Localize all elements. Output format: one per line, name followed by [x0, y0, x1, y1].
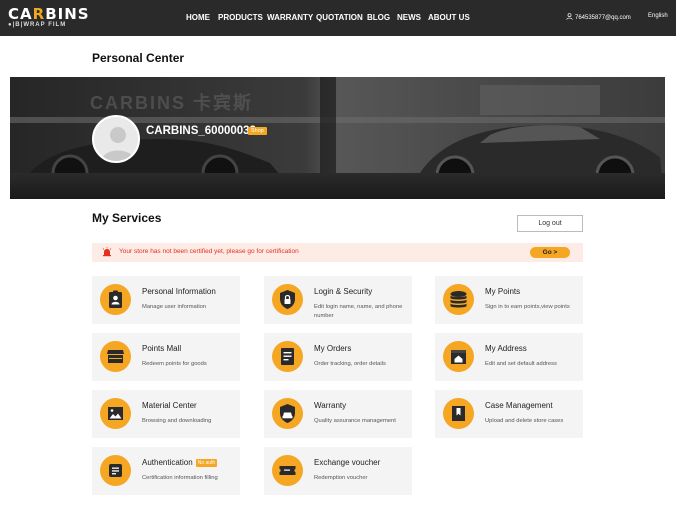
page-title: Personal Center — [92, 51, 185, 65]
card-exchange-voucher[interactable]: Exchange voucher Redemption voucher — [264, 447, 412, 495]
user-account-link[interactable]: 764535877@qq.com — [566, 13, 631, 21]
profile-banner: CARBINS 卡宾斯 CARBINS_60000032 Shop — [10, 77, 665, 199]
alert-text: Your store has not been certified yet, p… — [119, 248, 299, 255]
logout-button[interactable]: Log out — [517, 215, 583, 232]
nav-home[interactable]: HOME — [186, 13, 210, 22]
bookmark-icon — [443, 398, 474, 429]
language-selector[interactable]: English — [648, 13, 668, 19]
card-login-security[interactable]: Login & Security Edit login name, name, … — [264, 276, 412, 324]
card-desc: Order tracking, order details — [314, 361, 386, 367]
card-title: My Points — [485, 287, 521, 296]
top-navigation-bar: CARBINS ●|B|WRAP FILM HOME PRODUCTS WARR… — [0, 0, 676, 36]
nav-warranty[interactable]: WARRANTY — [267, 13, 313, 22]
card-desc: Edit and set default address — [485, 361, 557, 367]
go-certification-button[interactable]: Go > — [530, 247, 570, 258]
home-address-icon — [443, 341, 474, 372]
brand-logo-wordmark: CARBINS — [8, 5, 90, 23]
order-list-icon — [272, 341, 303, 372]
card-title: Exchange voucher — [314, 458, 381, 467]
user-icon — [566, 13, 573, 20]
card-my-address[interactable]: My Address Edit and set default address — [435, 333, 583, 381]
card-title: My Orders — [314, 344, 352, 353]
section-title-my-services: My Services — [92, 211, 162, 225]
card-title: Points Mall — [142, 344, 182, 353]
nav-blog[interactable]: BLOG — [367, 13, 390, 22]
id-card-icon — [100, 284, 131, 315]
card-material-center[interactable]: Material Center Browsing and downloading — [92, 390, 240, 438]
card-title: Authentication No auth — [142, 458, 218, 467]
brand-logo-tagline: ●|B|WRAP FILM — [8, 22, 67, 28]
username: CARBINS_60000032 — [146, 125, 256, 137]
card-title: Case Management — [485, 401, 553, 410]
certification-alert: Your store has not been certified yet, p… — [92, 243, 583, 262]
avatar[interactable] — [92, 115, 140, 163]
card-desc: Quality assurance management — [314, 418, 396, 424]
card-my-points[interactable]: My Points Sign in to earn points,view po… — [435, 276, 583, 324]
lock-shield-icon — [272, 284, 303, 315]
card-points-mall[interactable]: Points Mall Redeem points for goods — [92, 333, 240, 381]
card-desc: Sign in to earn points,view points — [485, 304, 570, 310]
card-desc: Edit login name, name, and phone number — [314, 304, 403, 319]
shop-badge: Shop — [248, 127, 267, 135]
user-email: 764535877@qq.com — [575, 15, 631, 21]
card-desc: Redemption voucher — [314, 475, 368, 481]
certificate-icon — [100, 455, 131, 486]
card-title: Material Center — [142, 401, 197, 410]
brand-logo[interactable]: CARBINS ●|B|WRAP FILM — [8, 5, 90, 31]
card-desc: Certification information filling — [142, 475, 218, 481]
no-auth-badge: No auth — [195, 459, 218, 467]
card-title: Personal Information — [142, 287, 216, 296]
card-desc: Manage user information — [142, 304, 207, 310]
nav-products[interactable]: PRODUCTS — [218, 13, 263, 22]
card-authentication[interactable]: Authentication No auth Certification info… — [92, 447, 240, 495]
card-desc: Browsing and downloading — [142, 418, 212, 424]
card-title: Warranty — [314, 401, 347, 410]
nav-quotation[interactable]: QUOTATION — [316, 13, 363, 22]
nav-news[interactable]: NEWS — [397, 13, 421, 22]
card-desc: Redeem points for goods — [142, 361, 207, 367]
coin-stack-icon — [443, 284, 474, 315]
shop-icon — [100, 341, 131, 372]
card-title: My Address — [485, 344, 527, 353]
card-warranty[interactable]: Warranty Quality assurance management — [264, 390, 412, 438]
card-case-management[interactable]: Case Management Upload and delete store … — [435, 390, 583, 438]
image-icon — [100, 398, 131, 429]
alarm-bell-icon — [102, 247, 112, 257]
nav-about-us[interactable]: ABOUT US — [428, 13, 470, 22]
card-personal-information[interactable]: Personal Information Manage user informa… — [92, 276, 240, 324]
card-my-orders[interactable]: My Orders Order tracking, order details — [264, 333, 412, 381]
ticket-icon — [272, 455, 303, 486]
card-title: Login & Security — [314, 287, 373, 296]
banner-floor — [10, 173, 665, 199]
car-shield-icon — [272, 398, 303, 429]
card-desc: Upload and delete store cases — [485, 418, 564, 424]
